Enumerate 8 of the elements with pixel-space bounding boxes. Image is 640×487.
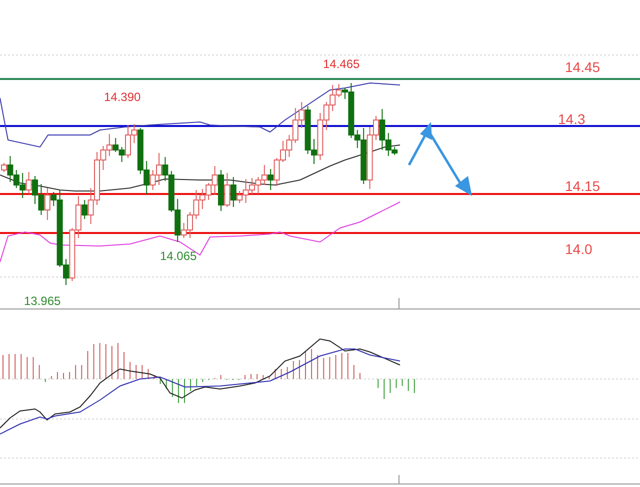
price-label: 14.465 xyxy=(323,57,360,71)
level-label: 14.0 xyxy=(565,241,592,257)
level-label: 14.15 xyxy=(565,178,600,194)
price-label: 13.965 xyxy=(24,294,61,308)
level-label: 14.3 xyxy=(558,111,586,127)
level-label: 14.45 xyxy=(565,59,600,75)
price-label: 14.390 xyxy=(104,90,141,104)
price-label: 14.065 xyxy=(160,249,197,263)
